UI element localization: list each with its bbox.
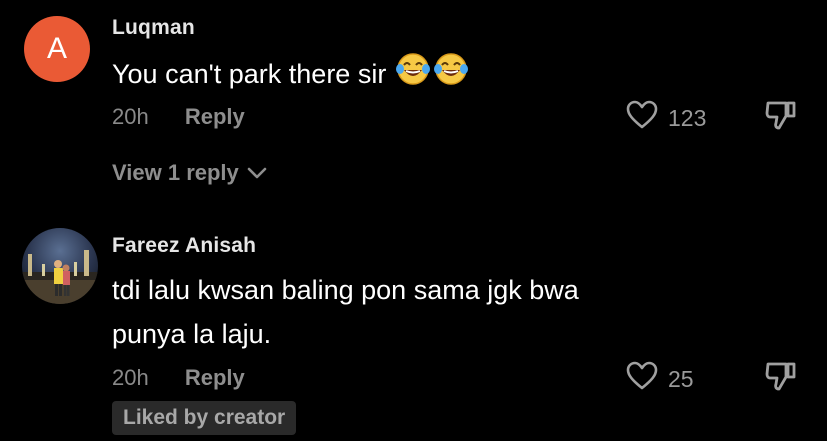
chevron-down-icon <box>247 160 267 186</box>
avatar[interactable]: A <box>24 16 90 82</box>
comment-username[interactable]: Fareez Anisah <box>112 234 256 258</box>
like-count: 123 <box>668 104 707 131</box>
liked-by-creator-badge: Liked by creator <box>112 401 297 435</box>
comment-meta: 20h Reply <box>112 365 245 391</box>
comment-meta: 20h Reply <box>112 104 245 130</box>
like-count: 25 <box>668 365 694 392</box>
dislike-button[interactable] <box>764 359 798 398</box>
like-button[interactable]: 25 <box>626 361 694 397</box>
like-button[interactable]: 123 <box>626 100 706 136</box>
thumbs-down-icon <box>764 362 798 397</box>
comment-text-content: You can't park there sir <box>112 59 387 89</box>
view-replies-button[interactable]: View 1 reply <box>112 160 267 186</box>
thumbs-down-icon <box>764 101 798 136</box>
heart-icon <box>626 361 658 397</box>
dislike-button[interactable] <box>764 98 798 137</box>
comment-text-line: tdi lalu kwsan baling pon sama jgk bwa <box>112 275 579 305</box>
comment-timestamp: 20h <box>112 104 149 129</box>
view-replies-label: View 1 reply <box>112 160 239 185</box>
avatar-letter: A <box>46 32 67 65</box>
avatar-photo <box>22 228 98 304</box>
avatar[interactable] <box>22 228 98 304</box>
comment-timestamp: 20h <box>112 365 149 390</box>
laughing-emoji-icon <box>394 52 432 99</box>
reply-button[interactable]: Reply <box>185 104 245 129</box>
reply-button[interactable]: Reply <box>185 365 245 390</box>
comment-text: tdi lalu kwsan baling pon sama jgk bwa p… <box>112 268 579 356</box>
comment-text-line: punya la laju. <box>112 319 272 349</box>
comment-item: A Luqman You can't park there sir 20h Re… <box>0 0 827 200</box>
laughing-emoji-icon <box>432 52 470 99</box>
comment-item: Fareez Anisah tdi lalu kwsan baling pon … <box>0 220 827 441</box>
comment-username[interactable]: Luqman <box>112 16 195 40</box>
heart-icon <box>626 100 658 136</box>
comment-text: You can't park there sir <box>112 52 470 99</box>
